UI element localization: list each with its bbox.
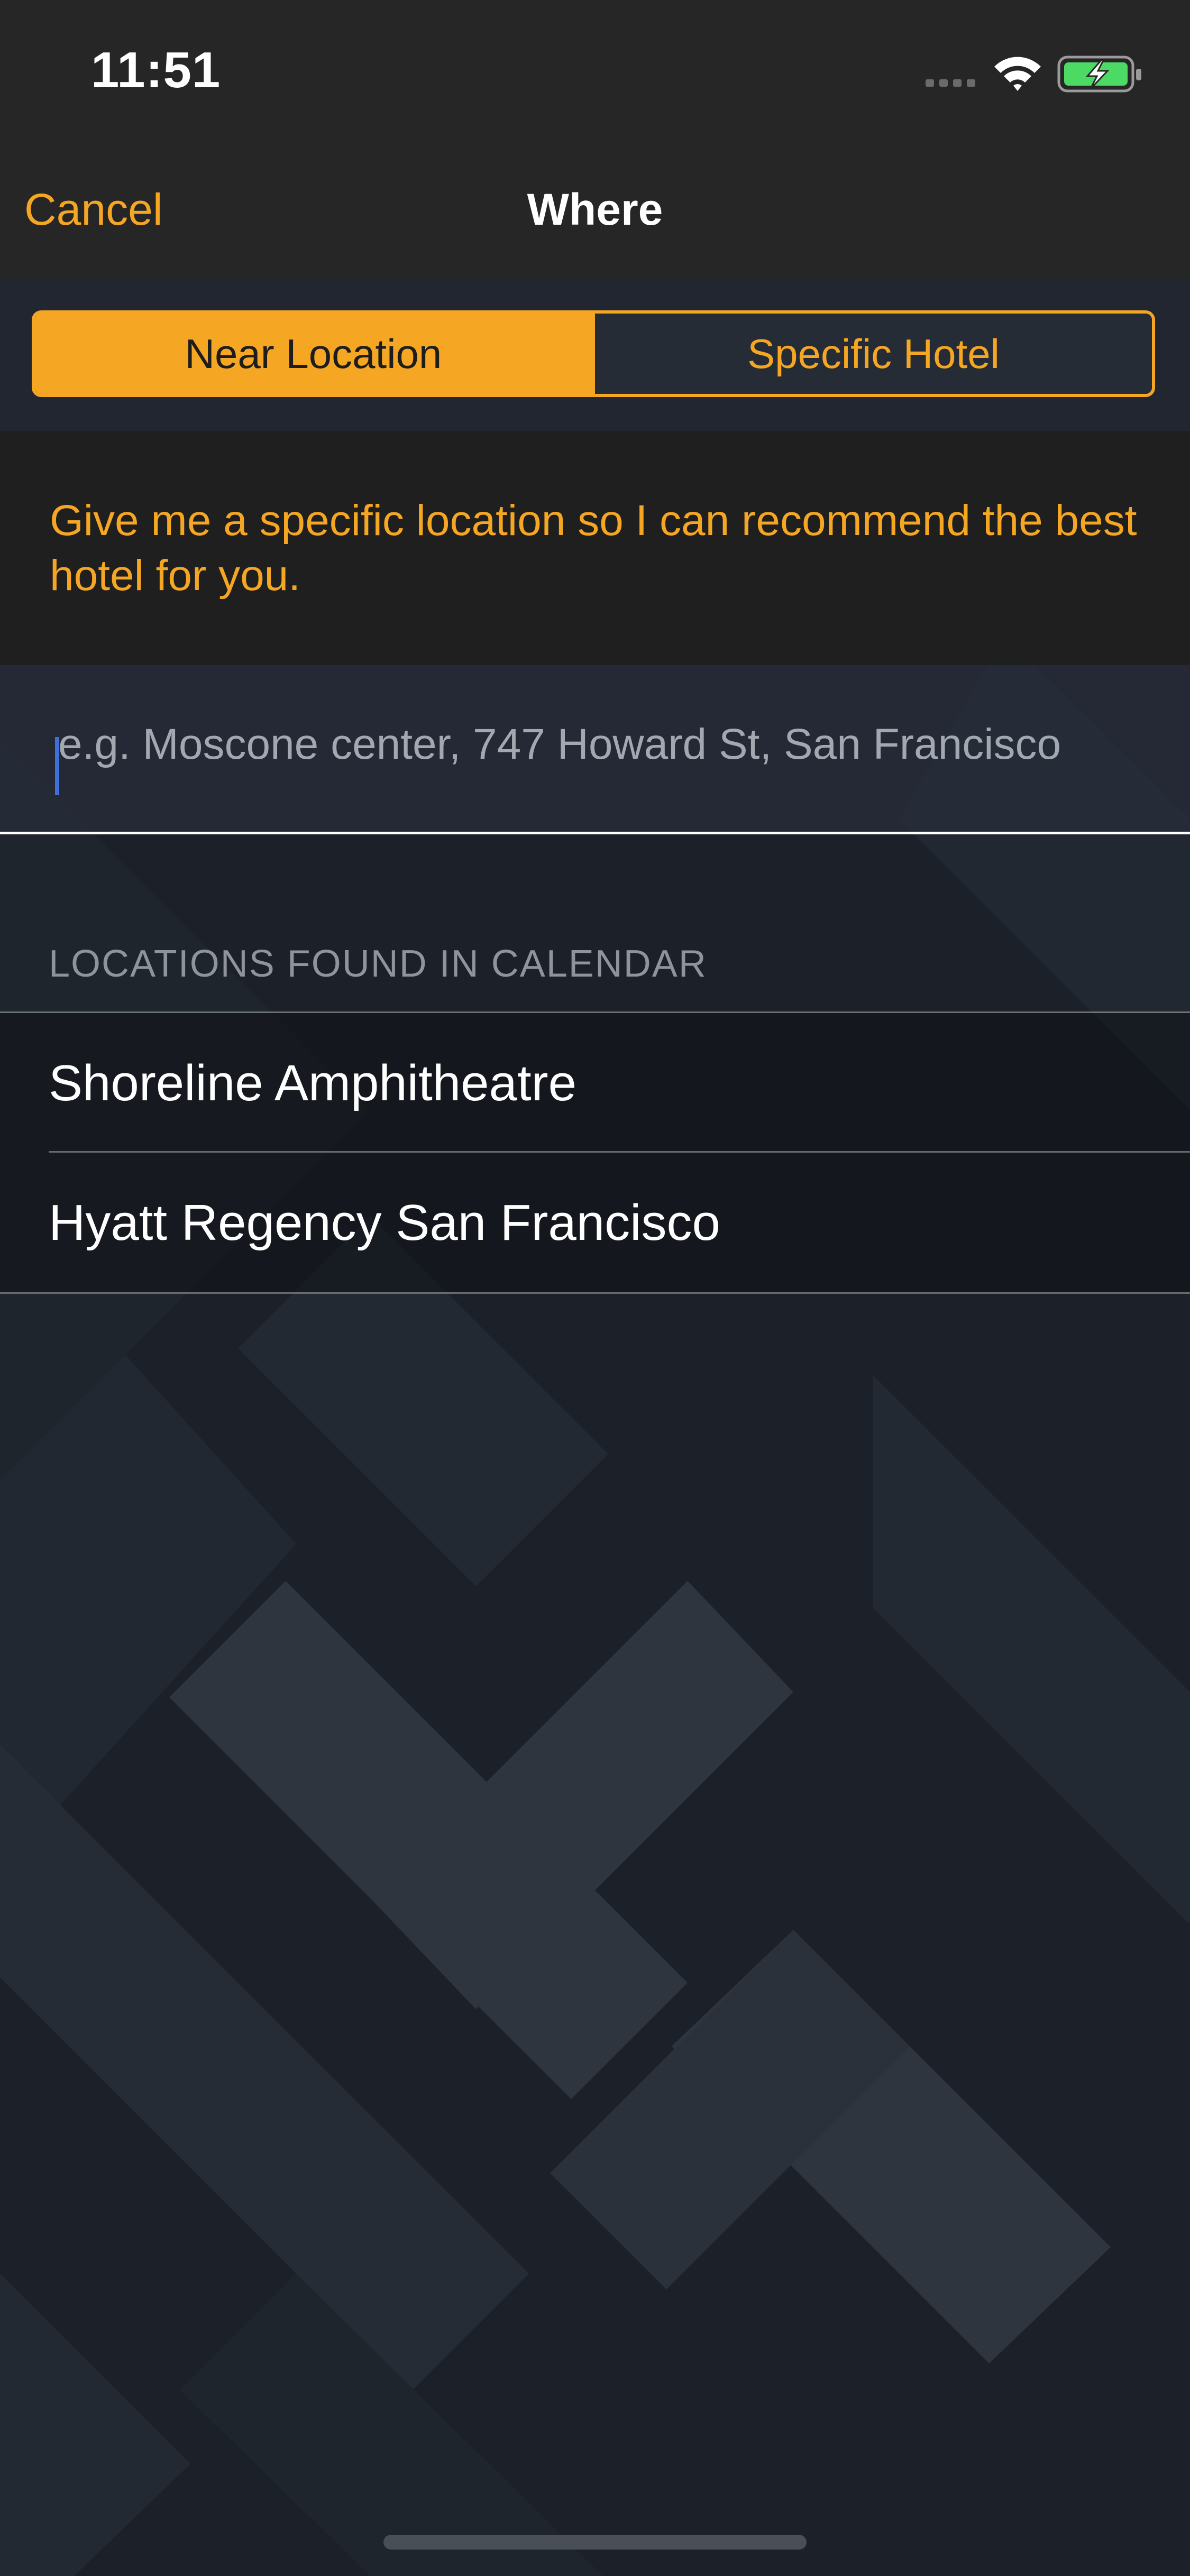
segment-specific-hotel[interactable]: Specific Hotel — [592, 314, 1152, 394]
status-icons — [926, 56, 1141, 93]
home-indicator — [383, 2535, 807, 2550]
calendar-locations-list: Shoreline Amphitheatre Hyatt Regency San… — [0, 1011, 1190, 1294]
battery-charging-icon — [1057, 56, 1141, 93]
top-bar: 11:51 Cancel Where — [0, 0, 1190, 279]
hint-banner: Give me a specific location so I can rec… — [0, 431, 1190, 665]
text-caret — [55, 737, 59, 795]
search-row — [0, 665, 1190, 834]
cancel-button[interactable]: Cancel — [24, 184, 162, 235]
segment-near-location[interactable]: Near Location — [35, 314, 592, 394]
list-item-label: Hyatt Regency San Francisco — [49, 1194, 720, 1251]
section-header: LOCATIONS FOUND IN CALENDAR — [49, 943, 707, 985]
cellular-signal-icon — [926, 79, 975, 87]
location-search-input[interactable] — [53, 707, 1158, 781]
location-mode-segmented-control: Near Location Specific Hotel — [32, 310, 1155, 397]
status-time: 11:51 — [91, 42, 221, 98]
list-item[interactable]: Shoreline Amphitheatre — [0, 1013, 1190, 1153]
wifi-icon — [994, 57, 1041, 91]
hint-text: Give me a specific location so I can rec… — [50, 496, 1137, 600]
list-item-label: Shoreline Amphitheatre — [49, 1055, 576, 1111]
list-item[interactable]: Hyatt Regency San Francisco — [0, 1153, 1190, 1294]
page-title: Where — [527, 185, 663, 234]
segment-area: Near Location Specific Hotel — [0, 279, 1190, 431]
